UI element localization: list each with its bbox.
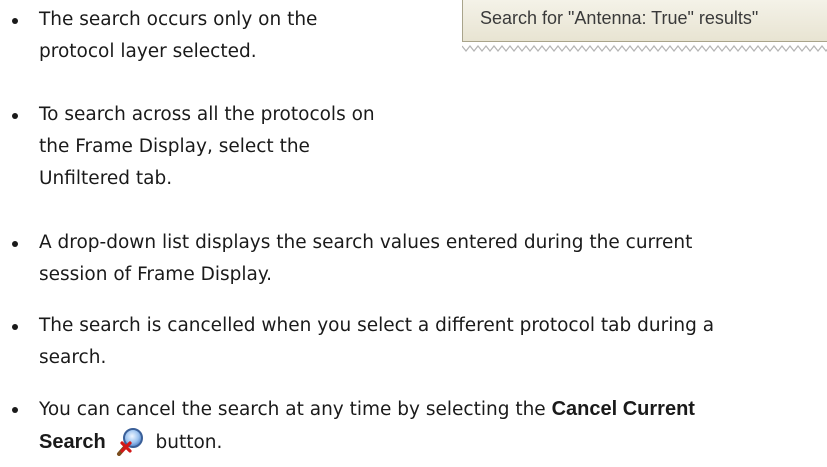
bullet-text: To search across all the protocols on th… — [39, 104, 375, 189]
bullet-dot — [12, 324, 18, 330]
bullet-dot — [12, 407, 18, 413]
bullet-dot — [12, 18, 18, 24]
bullet-item: To search across all the protocols on th… — [12, 99, 375, 195]
bullet-text-prefix: You can cancel the search at any time by… — [39, 399, 552, 420]
tooltip-box: Search for "Antenna: True" results" — [462, 0, 827, 42]
cancel-search-icon[interactable] — [116, 426, 146, 456]
bullet-text: A drop-down list displays the search val… — [39, 232, 693, 285]
bullet-text: The search is cancelled when you select … — [39, 315, 715, 368]
search-label: Search — [39, 431, 106, 453]
cancel-current-label: Cancel Current — [551, 398, 695, 420]
bullet-text: The search occurs only on the protocol l… — [39, 9, 318, 62]
torn-edge-line — [462, 45, 827, 52]
tooltip-screenshot: Search for "Antenna: True" results" — [462, 0, 827, 68]
torn-edge-decoration — [462, 45, 827, 52]
bullet-dot — [12, 241, 18, 247]
bullet-text-suffix: button. — [149, 432, 223, 453]
bullet-text: You can cancel the search at any time by… — [39, 393, 695, 459]
bullet-item: The search is cancelled when you select … — [12, 310, 714, 374]
bullet-item: The search occurs only on the protocol l… — [12, 4, 317, 68]
bullet-dot — [12, 113, 18, 119]
bullet-item: You can cancel the search at any time by… — [12, 393, 695, 459]
tooltip-text: Search for "Antenna: True" results" — [480, 8, 759, 28]
bullet-item: A drop-down list displays the search val… — [12, 227, 692, 291]
